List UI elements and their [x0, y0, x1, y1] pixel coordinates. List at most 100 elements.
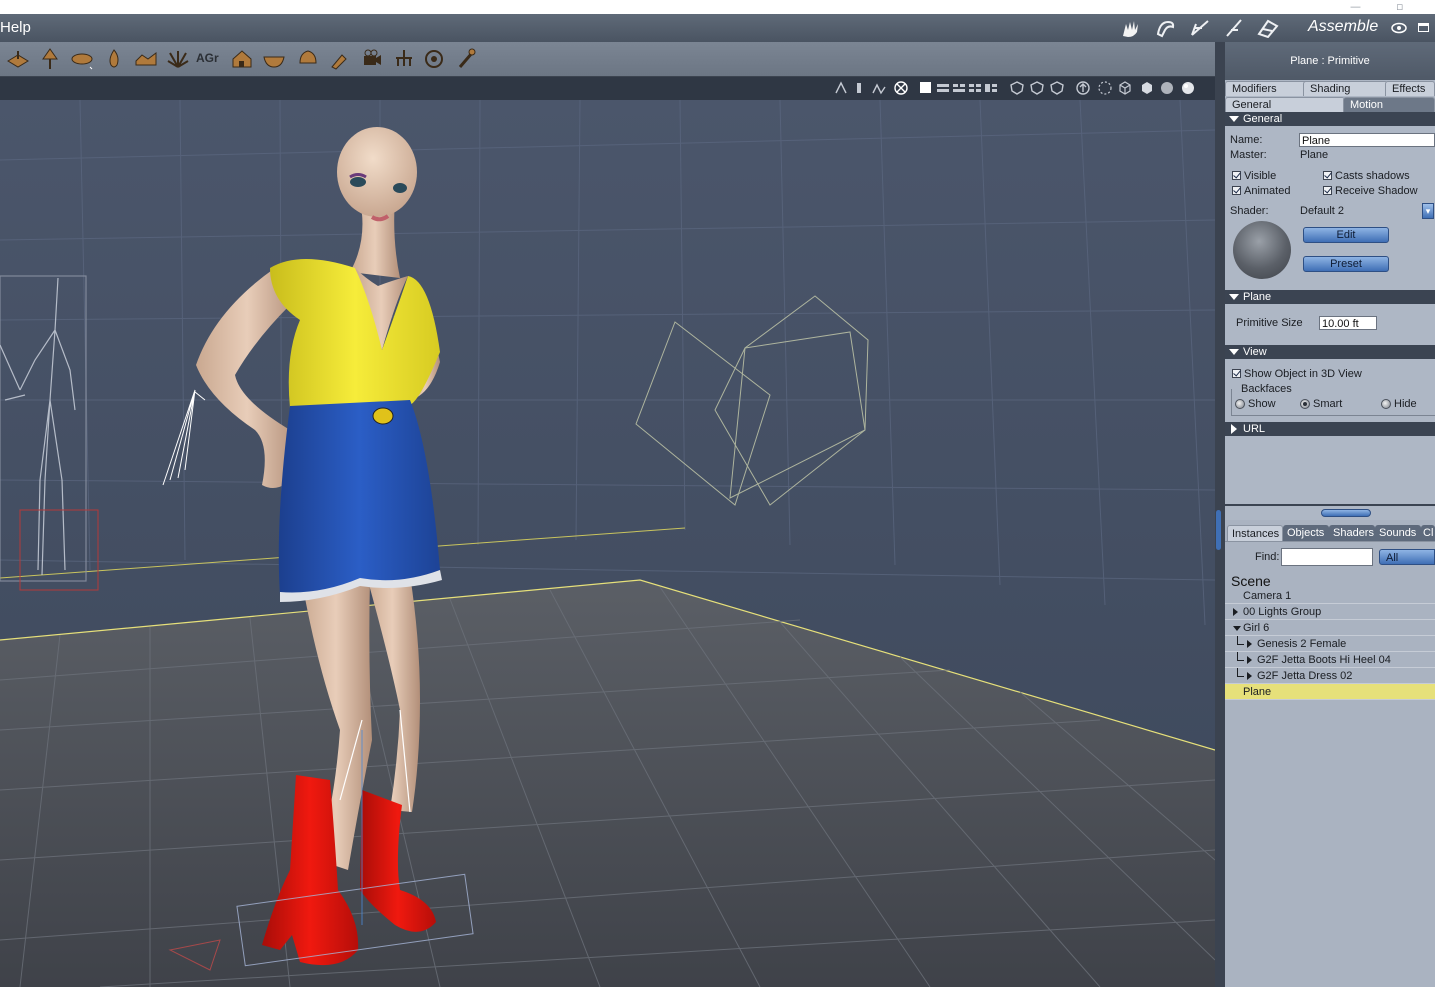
primitive-size-field[interactable]: 10.00 ft: [1319, 316, 1377, 330]
section-url[interactable]: URL: [1225, 422, 1435, 436]
expand-triangle-icon: [1231, 424, 1237, 435]
casts-shadows-checkbox[interactable]: [1323, 171, 1332, 180]
wire-cube-icon[interactable]: [1118, 81, 1132, 95]
plant-tool-icon[interactable]: [166, 47, 190, 71]
layout-three-icon[interactable]: [952, 81, 966, 95]
tab-instances[interactable]: Instances: [1227, 525, 1283, 541]
bone-tool-icon[interactable]: [454, 47, 478, 71]
section-general[interactable]: General: [1225, 112, 1435, 126]
menu-help[interactable]: Help: [0, 19, 31, 36]
tree-row[interactable]: 00 Lights Group: [1225, 604, 1435, 620]
room-label-assemble[interactable]: Assemble: [1308, 18, 1378, 36]
terrain-tool-icon[interactable]: [134, 47, 158, 71]
expand-triangle-icon[interactable]: [1247, 640, 1252, 648]
backfaces-show-radio[interactable]: [1235, 399, 1245, 409]
receive-shadow-checkbox[interactable]: [1323, 186, 1332, 195]
visible-checkbox[interactable]: [1232, 171, 1241, 180]
shield-icon[interactable]: [1010, 81, 1024, 95]
filter-dropdown[interactable]: All: [1379, 549, 1435, 565]
layout-two-icon[interactable]: [936, 81, 950, 95]
cloud-tool-icon[interactable]: [70, 47, 94, 71]
shader-dropdown-icon[interactable]: ▾: [1422, 203, 1434, 219]
room-face-icon[interactable]: [1186, 17, 1214, 39]
target-tool-icon[interactable]: [422, 47, 446, 71]
building-tool-icon[interactable]: [230, 47, 254, 71]
manipulator-icon[interactable]: [834, 81, 848, 95]
tree-row[interactable]: G2F Jetta Dress 02: [1225, 668, 1435, 684]
backfaces-hide-radio[interactable]: [1381, 399, 1391, 409]
tab-effects[interactable]: Effects: [1385, 81, 1435, 96]
name-field[interactable]: Plane: [1299, 133, 1435, 147]
edit-button[interactable]: Edit: [1303, 227, 1389, 243]
backfaces-smart-label: Smart: [1313, 398, 1343, 410]
expand-triangle-icon[interactable]: [1233, 608, 1238, 616]
tab-sounds[interactable]: Sounds: [1375, 525, 1421, 541]
collapse-triangle-icon[interactable]: [1233, 626, 1241, 631]
tree-row[interactable]: Plane: [1225, 684, 1435, 700]
backfaces-show-label: Show: [1248, 398, 1276, 410]
dotted-sphere-icon[interactable]: [1098, 81, 1112, 95]
room-material-icon[interactable]: [1152, 17, 1180, 39]
minimize-icon[interactable]: —: [1350, 0, 1361, 13]
master-label: Master:: [1230, 149, 1267, 161]
tree-tool-icon[interactable]: [38, 47, 62, 71]
light-icon[interactable]: [852, 81, 866, 95]
collapse-triangle-icon: [1229, 349, 1239, 356]
layout-single-icon[interactable]: [920, 82, 931, 93]
solid-cube-icon[interactable]: [1140, 81, 1154, 95]
shaded-sphere-icon[interactable]: [1160, 81, 1174, 95]
ground-plane-tool-icon[interactable]: [6, 47, 30, 71]
arrow-up-circle-icon[interactable]: [1076, 81, 1090, 95]
camera-tool-icon[interactable]: [360, 47, 384, 71]
tree-row[interactable]: G2F Jetta Boots Hi Heel 04: [1225, 652, 1435, 668]
layout-four-icon[interactable]: [968, 81, 982, 95]
tab-shading[interactable]: Shading: [1303, 81, 1388, 96]
tree-row-label: Genesis 2 Female: [1257, 638, 1347, 650]
walk-icon[interactable]: [872, 81, 886, 95]
tab-motion[interactable]: Motion: [1343, 97, 1435, 112]
tabs-underline: [1225, 541, 1435, 542]
panel-divider[interactable]: [1215, 42, 1225, 987]
rock-tool-icon[interactable]: [296, 47, 320, 71]
tab-modifiers[interactable]: Modifiers: [1225, 81, 1310, 96]
tree-row[interactable]: Camera 1: [1225, 588, 1435, 604]
shield-icon[interactable]: [1050, 81, 1064, 95]
panel-splitter-handle[interactable]: [1321, 509, 1371, 517]
fire-tool-icon[interactable]: [102, 47, 126, 71]
agr-tool[interactable]: AGr: [196, 51, 219, 65]
cross-icon[interactable]: [894, 81, 908, 95]
section-plane[interactable]: Plane: [1225, 290, 1435, 304]
panel-collapse-handle[interactable]: [1216, 510, 1221, 550]
section-plane-label: Plane: [1243, 291, 1272, 303]
backfaces-smart-radio[interactable]: [1300, 399, 1310, 409]
panel-separator: [1225, 504, 1435, 506]
shield-icon[interactable]: [1030, 81, 1044, 95]
show-object-checkbox[interactable]: [1232, 369, 1241, 378]
room-cloth-icon[interactable]: [1254, 17, 1282, 39]
restore-icon[interactable]: ▫: [1396, 0, 1403, 13]
light-group-tool-icon[interactable]: [392, 47, 416, 71]
paint-tool-icon[interactable]: [328, 47, 352, 71]
expand-triangle-icon[interactable]: [1247, 672, 1252, 680]
textured-sphere-icon[interactable]: [1181, 81, 1195, 95]
section-view[interactable]: View: [1225, 345, 1435, 359]
eye-icon[interactable]: [1391, 22, 1407, 34]
tab-objects[interactable]: Objects: [1283, 525, 1329, 541]
casts-shadows-label: Casts shadows: [1335, 170, 1410, 182]
tree-row[interactable]: Girl 6: [1225, 620, 1435, 636]
layout-quad-icon[interactable]: [984, 81, 998, 95]
find-input[interactable]: [1281, 548, 1373, 566]
tab-shaders[interactable]: Shaders: [1329, 525, 1375, 541]
room-hair-icon[interactable]: [1220, 17, 1248, 39]
tree-row[interactable]: Genesis 2 Female: [1225, 636, 1435, 652]
maximize-icon[interactable]: [1418, 23, 1429, 32]
animated-checkbox[interactable]: [1232, 186, 1241, 195]
3d-viewport[interactable]: [0, 100, 1215, 987]
expand-triangle-icon[interactable]: [1247, 656, 1252, 664]
room-pose-hand-icon[interactable]: [1118, 17, 1146, 39]
tab-clips[interactable]: Cl: [1421, 525, 1435, 541]
preset-button[interactable]: Preset: [1303, 256, 1389, 272]
tab-general[interactable]: General: [1225, 97, 1345, 112]
section-view-label: View: [1243, 346, 1267, 358]
bowl-tool-icon[interactable]: [262, 47, 286, 71]
